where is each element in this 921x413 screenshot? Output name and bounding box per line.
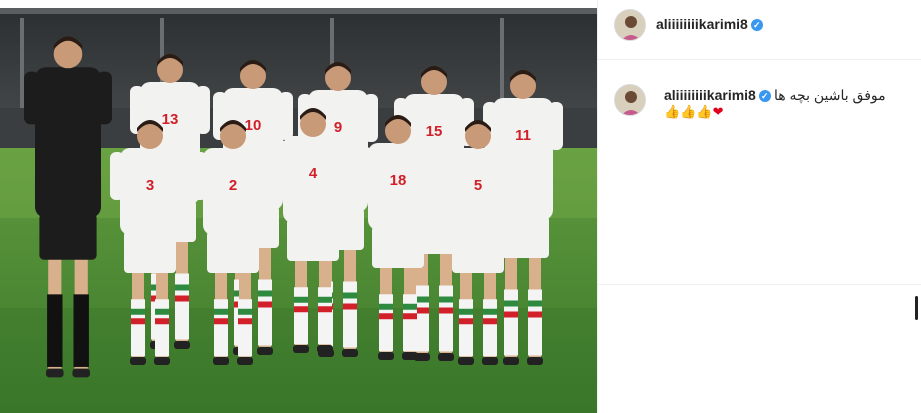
jersey-number: 11 xyxy=(515,127,531,144)
caption-avatar[interactable] xyxy=(614,84,646,116)
caption-username-text[interactable]: aliiiiiiiikarimi8 xyxy=(664,87,756,103)
thumbs-up-icon: 👍 xyxy=(696,104,713,119)
username-text[interactable]: aliiiiiiiikarimi8 xyxy=(656,16,748,32)
post-photo[interactable]: 13 10 9 15 11 3 2 4 18 5 xyxy=(0,8,597,413)
thumbs-up-icon: 👍 xyxy=(680,104,697,119)
jersey-number: 2 xyxy=(229,177,237,194)
jersey-number: 10 xyxy=(245,117,262,134)
heart-icon: ❤ xyxy=(712,104,724,119)
caption-emoji-row: 👍👍👍❤ xyxy=(664,104,723,120)
instagram-post: 13 10 9 15 11 3 2 4 18 5 aliiiiiiiikarimi8 ✓ xyxy=(0,0,921,413)
scrollbar-thumb[interactable] xyxy=(915,296,918,320)
jersey-number: 18 xyxy=(390,172,407,189)
post-sidebar: aliiiiiiiikarimi8 ✓ aliiiiiiiikarimi8 ✓ مو… xyxy=(597,0,921,413)
divider xyxy=(598,284,921,285)
thumbs-up-icon: 👍 xyxy=(664,104,681,119)
jersey-number: 5 xyxy=(474,177,482,194)
jersey-number: 9 xyxy=(334,119,342,136)
caption-text: موفق باشين بچه ها xyxy=(774,87,886,103)
header-username[interactable]: aliiiiiiiikarimi8 ✓ xyxy=(656,16,763,32)
profile-avatar[interactable] xyxy=(614,9,646,41)
jersey-number: 15 xyxy=(426,123,443,140)
caption-username[interactable]: aliiiiiiiikarimi8 ✓ xyxy=(664,87,771,103)
verified-badge-icon: ✓ xyxy=(750,19,763,31)
jersey-number: 4 xyxy=(309,165,318,182)
jersey-number: 3 xyxy=(146,177,154,194)
team-photo-illustration: 13 10 9 15 11 3 2 4 18 5 xyxy=(0,8,597,413)
caption-comment: aliiiiiiiikarimi8 ✓ موفق باشين بچه ها 👍👍👍… xyxy=(598,60,921,140)
jersey-number: 13 xyxy=(162,111,179,128)
post-header: aliiiiiiiikarimi8 ✓ xyxy=(598,0,921,60)
verified-badge-icon: ✓ xyxy=(758,90,771,102)
